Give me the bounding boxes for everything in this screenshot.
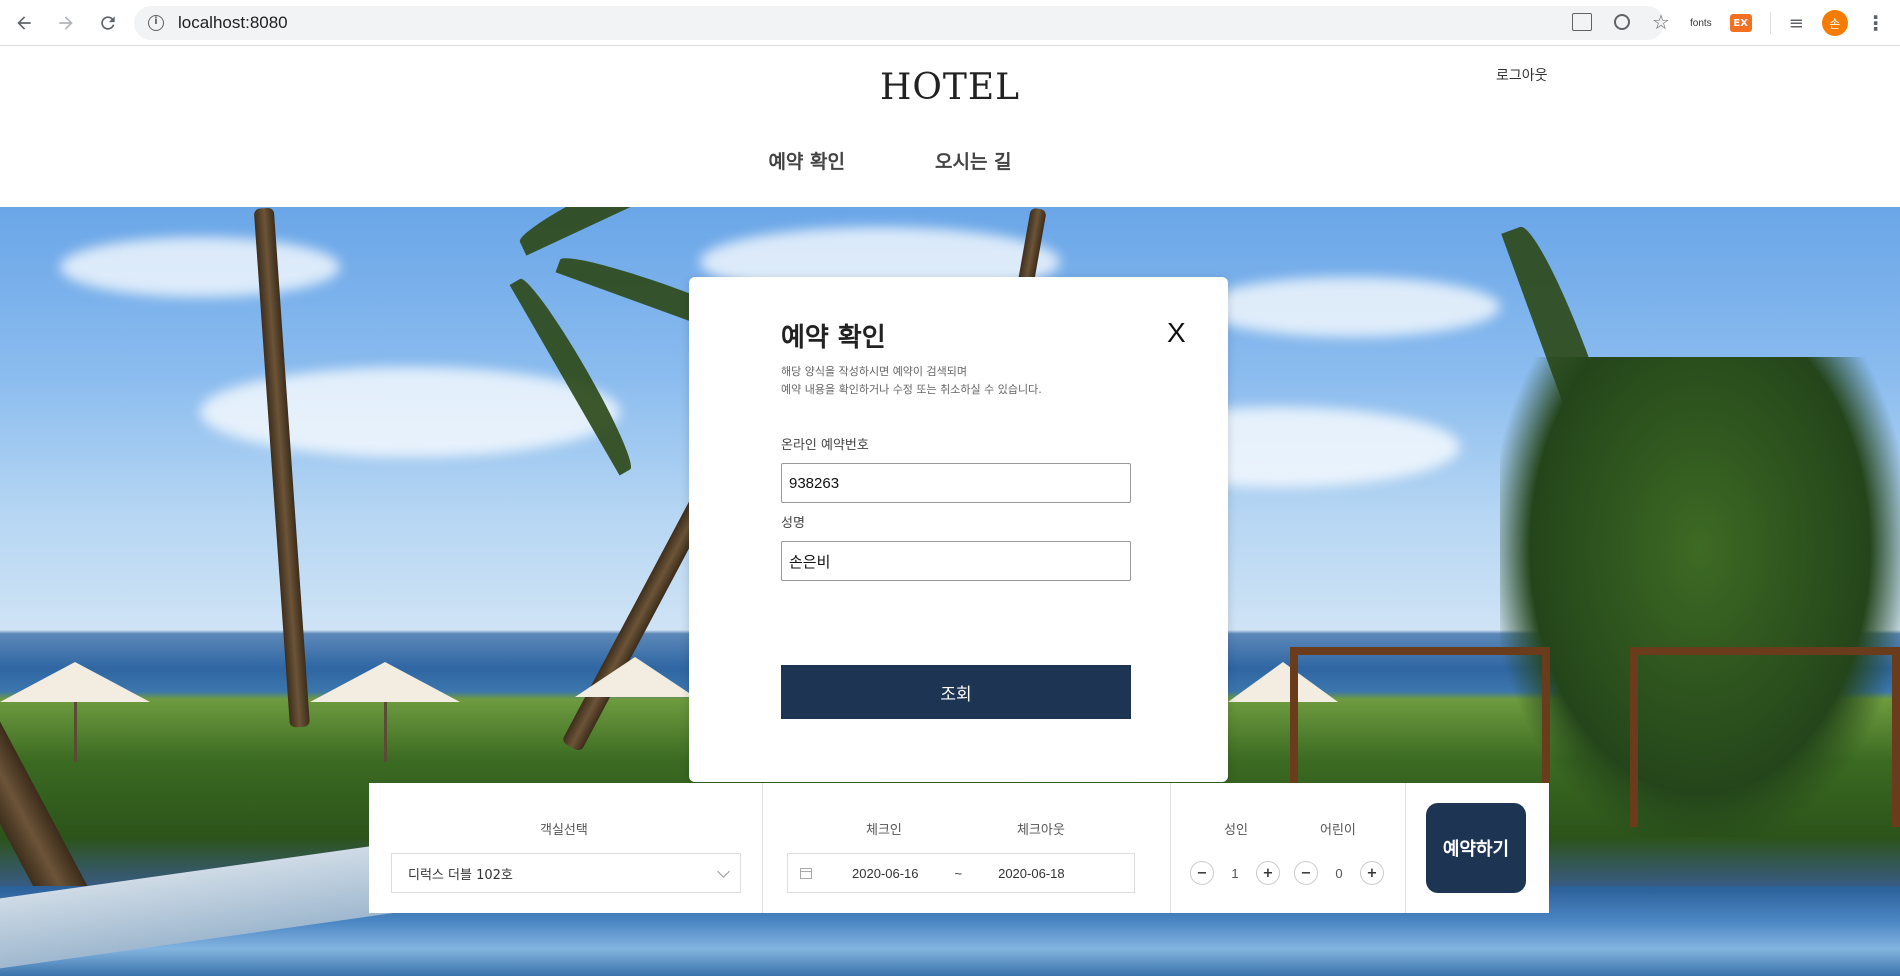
room-select[interactable]: 디럭스 더블 102호 xyxy=(391,853,741,893)
translate-icon[interactable] xyxy=(1572,13,1592,31)
date-separator: ~ xyxy=(954,865,963,881)
site-header: HOTEL 로그아웃 예약 확인 오시는 길 xyxy=(0,47,1900,207)
checkin-date[interactable]: 2020-06-16 xyxy=(852,866,919,881)
reserve-button[interactable]: 예약하기 xyxy=(1426,803,1526,893)
calendar-icon xyxy=(800,867,812,879)
site-logo[interactable]: HOTEL xyxy=(0,67,1900,108)
child-label: 어린이 xyxy=(1320,823,1356,838)
ex-extension[interactable]: EX xyxy=(1729,14,1752,32)
forward-button[interactable] xyxy=(48,5,84,41)
cloud xyxy=(60,237,340,297)
date-range-picker[interactable]: 2020-06-16 ~ 2020-06-18 xyxy=(787,853,1135,893)
back-button[interactable] xyxy=(6,5,42,41)
menu-icon[interactable]: ⋮ xyxy=(1866,11,1886,35)
child-plus-button[interactable]: + xyxy=(1360,861,1384,885)
address-bar[interactable]: i localhost:8080 xyxy=(134,6,1664,40)
adult-count: 1 xyxy=(1231,865,1239,881)
back-icon xyxy=(17,15,31,30)
browser-toolbar: i localhost:8080 ☆ fonts EX ≡ 손 ⋮ xyxy=(0,0,1900,46)
child-count: 0 xyxy=(1335,865,1343,881)
close-button[interactable]: X xyxy=(1167,317,1186,349)
adult-stepper: − 1 + xyxy=(1190,861,1280,885)
logout-link[interactable]: 로그아웃 xyxy=(1496,65,1548,85)
info-icon[interactable]: i xyxy=(148,15,164,31)
star-icon[interactable]: ☆ xyxy=(1652,12,1670,32)
child-stepper: − 0 + xyxy=(1294,861,1384,885)
modal-description-line: 예약 내용을 확인하거나 수정 또는 취소하실 수 있습니다. xyxy=(781,383,1042,396)
booking-bar: 객실선택 디럭스 더블 102호 체크인 체크아웃 2020-06-16 ~ 2… xyxy=(369,783,1549,913)
guest-section: 성인 어린이 − 1 + − 0 + xyxy=(1171,783,1406,913)
forward-icon xyxy=(59,15,73,30)
beach-umbrella xyxy=(0,662,150,702)
umbrella-pole xyxy=(384,702,387,762)
name-label: 성명 xyxy=(781,516,805,531)
extensions-area: fonts EX ≡ 손 ⋮ xyxy=(1690,8,1886,38)
beach-umbrella xyxy=(575,657,695,697)
modal-description: 해당 양식을 작성하시면 예약이 검색되며 예약 내용을 확인하거나 수정 또는… xyxy=(781,363,1042,399)
reservation-number-label: 온라인 예약번호 xyxy=(781,438,869,453)
beach-umbrella xyxy=(310,662,460,702)
nav-directions[interactable]: 오시는 길 xyxy=(935,147,1012,174)
main-nav: 예약 확인 오시는 길 xyxy=(0,147,1900,174)
adult-minus-button[interactable]: − xyxy=(1190,861,1214,885)
umbrella-pole xyxy=(74,702,77,762)
checkin-label: 체크인 xyxy=(866,823,902,838)
room-select-value: 디럭스 더블 102호 xyxy=(408,867,513,883)
cloud xyxy=(1200,277,1500,337)
date-section: 체크인 체크아웃 2020-06-16 ~ 2020-06-18 xyxy=(763,783,1171,913)
chevron-down-icon xyxy=(717,865,730,878)
fonts-extension[interactable]: fonts xyxy=(1690,18,1712,29)
search-button[interactable]: 조회 xyxy=(781,665,1131,719)
room-select-section: 객실선택 디럭스 더블 102호 xyxy=(369,783,763,913)
cloud xyxy=(200,367,620,457)
profile-avatar[interactable]: 손 xyxy=(1821,10,1848,36)
reload-icon xyxy=(101,15,115,30)
modal-title: 예약 확인 xyxy=(781,323,886,353)
reserve-section: 예약하기 xyxy=(1406,783,1549,913)
adult-plus-button[interactable]: + xyxy=(1256,861,1280,885)
checkout-date[interactable]: 2020-06-18 xyxy=(998,866,1065,881)
pergola xyxy=(1630,647,1900,827)
reload-button[interactable] xyxy=(90,5,126,41)
adult-label: 성인 xyxy=(1224,823,1248,838)
checkout-label: 체크아웃 xyxy=(1017,823,1065,838)
reservation-number-input[interactable] xyxy=(781,463,1131,503)
child-minus-button[interactable]: − xyxy=(1294,861,1318,885)
name-input[interactable] xyxy=(781,541,1131,581)
url-text: localhost:8080 xyxy=(178,13,288,32)
media-icon[interactable]: ≡ xyxy=(1789,13,1804,34)
reservation-check-modal: 예약 확인 X 해당 양식을 작성하시면 예약이 검색되며 예약 내용을 확인하… xyxy=(689,277,1228,782)
zoom-icon[interactable] xyxy=(1614,14,1630,30)
nav-reservation-check[interactable]: 예약 확인 xyxy=(768,147,845,174)
room-select-label: 객실선택 xyxy=(540,823,588,838)
modal-description-line: 해당 양식을 작성하시면 예약이 검색되며 xyxy=(781,365,968,378)
toolbar-divider xyxy=(1769,12,1771,34)
